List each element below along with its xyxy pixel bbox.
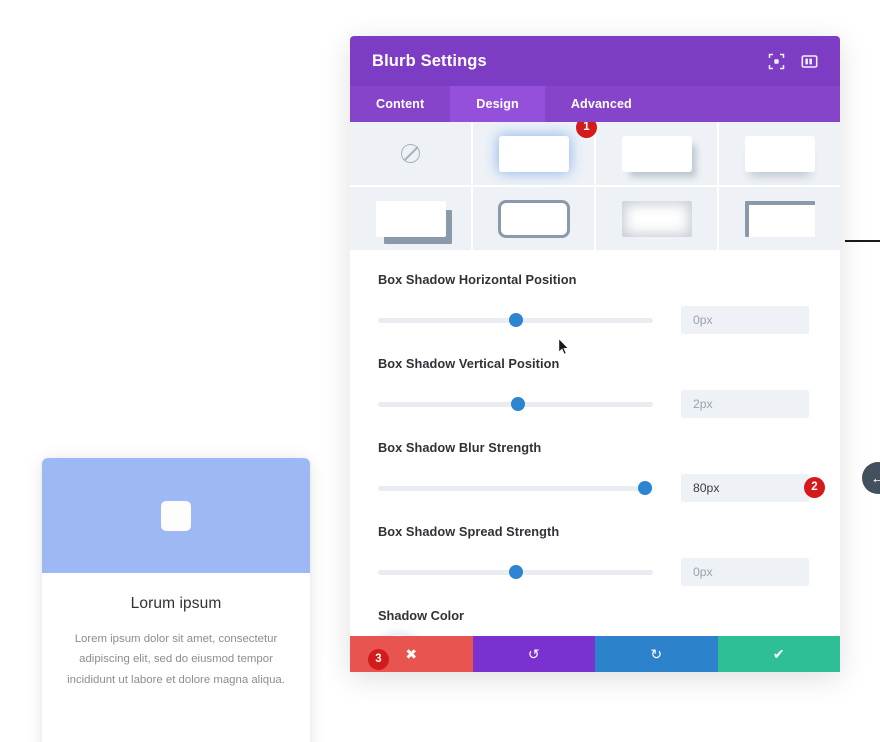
blurb-description: Lorem ipsum dolor sit amet, consectetur … — [67, 633, 285, 686]
preset-shadow-bottom-right[interactable] — [596, 122, 717, 185]
preset-shadow-outline[interactable] — [473, 187, 594, 250]
shadow-color-label: Shadow Color — [378, 608, 465, 623]
badge-marker-2: 2 — [804, 477, 825, 498]
box-shadow-controls: Box Shadow Horizontal Position 0px Box S… — [350, 250, 840, 672]
blur-strength-value[interactable]: 80px 2 — [681, 474, 825, 502]
spread-strength-slider[interactable] — [378, 565, 653, 579]
blurb-square-icon — [161, 500, 191, 531]
control-label: Box Shadow Blur Strength — [378, 440, 542, 455]
undo-button[interactable]: ↺ — [472, 636, 595, 672]
preset-shadow-top-left-border[interactable] — [719, 187, 840, 250]
slider-rail — [378, 485, 653, 491]
shadow-hard-offset-icon — [375, 200, 446, 237]
modal-tabs: Content Design Advanced — [350, 86, 840, 122]
save-button[interactable]: ✔ — [717, 636, 840, 672]
modal-header-icons — [768, 53, 818, 70]
shadow-outline-icon — [497, 199, 570, 238]
tab-content[interactable]: Content — [350, 86, 450, 122]
modal-header: Blurb Settings — [350, 36, 840, 86]
blurb-media-area — [42, 458, 310, 573]
control-blur-strength: Box Shadow Blur Strength 80px 2 — [378, 440, 825, 502]
modal-action-bar: ✖ ↺ ↻ ✔ — [350, 636, 840, 672]
modal-body: 1 Box Shadow Horizontal Position 0px Box… — [350, 122, 840, 672]
horizontal-position-slider[interactable] — [378, 313, 653, 327]
vertical-position-value[interactable]: 2px — [681, 390, 809, 418]
modal-title: Blurb Settings — [372, 51, 487, 70]
tab-design[interactable]: Design — [450, 86, 545, 122]
badge-marker-1: 1 — [576, 122, 597, 138]
edge-round-action-button[interactable]: ← — [862, 462, 880, 494]
slider-thumb[interactable] — [508, 313, 523, 327]
control-vertical-position: Box Shadow Vertical Position 2px — [378, 356, 812, 418]
box-shadow-preset-grid: 1 — [350, 122, 840, 250]
badge-marker-3: 3 — [368, 649, 389, 670]
shadow-bottom-icon — [744, 135, 815, 172]
shadow-top-left-border-icon — [744, 200, 815, 237]
tab-advanced[interactable]: Advanced — [545, 86, 658, 122]
vertical-position-slider[interactable] — [378, 397, 653, 411]
no-shadow-icon — [401, 144, 420, 163]
spread-strength-value[interactable]: 0px — [681, 558, 809, 586]
control-label: Box Shadow Horizontal Position — [378, 272, 577, 287]
edge-divider-rule — [845, 240, 880, 242]
control-horizontal-position: Box Shadow Horizontal Position 0px — [378, 272, 812, 334]
preset-shadow-hard-offset[interactable] — [350, 187, 471, 250]
blurb-title: Lorum ipsum — [130, 595, 222, 612]
blurb-body: Lorum ipsum Lorem ipsum dolor sit amet, … — [42, 573, 310, 690]
shadow-glow-icon — [498, 135, 569, 172]
control-spread-strength: Box Shadow Spread Strength 0px — [378, 524, 812, 586]
preset-shadow-bottom[interactable] — [719, 122, 840, 185]
slider-thumb[interactable] — [511, 397, 526, 411]
shadow-inset-icon — [621, 200, 692, 237]
shadow-bottom-right-icon — [621, 135, 692, 172]
control-label: Box Shadow Spread Strength — [378, 524, 560, 539]
layout-columns-icon[interactable] — [801, 53, 818, 70]
blurb-settings-modal: Blurb Settings Content Design Advanced 1… — [350, 36, 840, 672]
focus-icon[interactable] — [768, 53, 785, 70]
blur-strength-slider[interactable] — [378, 481, 653, 495]
slider-thumb[interactable] — [508, 565, 523, 579]
blurb-preview-card[interactable]: Lorum ipsum Lorem ipsum dolor sit amet, … — [42, 458, 310, 742]
control-label: Box Shadow Vertical Position — [378, 356, 560, 371]
preset-shadow-inset[interactable] — [596, 187, 717, 250]
redo-button[interactable]: ↻ — [595, 636, 718, 672]
preset-no-shadow[interactable] — [350, 122, 471, 185]
screenshot-root: Lorum ipsum Lorem ipsum dolor sit amet, … — [0, 0, 880, 742]
horizontal-position-value[interactable]: 0px — [681, 306, 809, 334]
preset-shadow-glow[interactable]: 1 — [473, 122, 597, 185]
slider-thumb[interactable] — [637, 481, 652, 495]
